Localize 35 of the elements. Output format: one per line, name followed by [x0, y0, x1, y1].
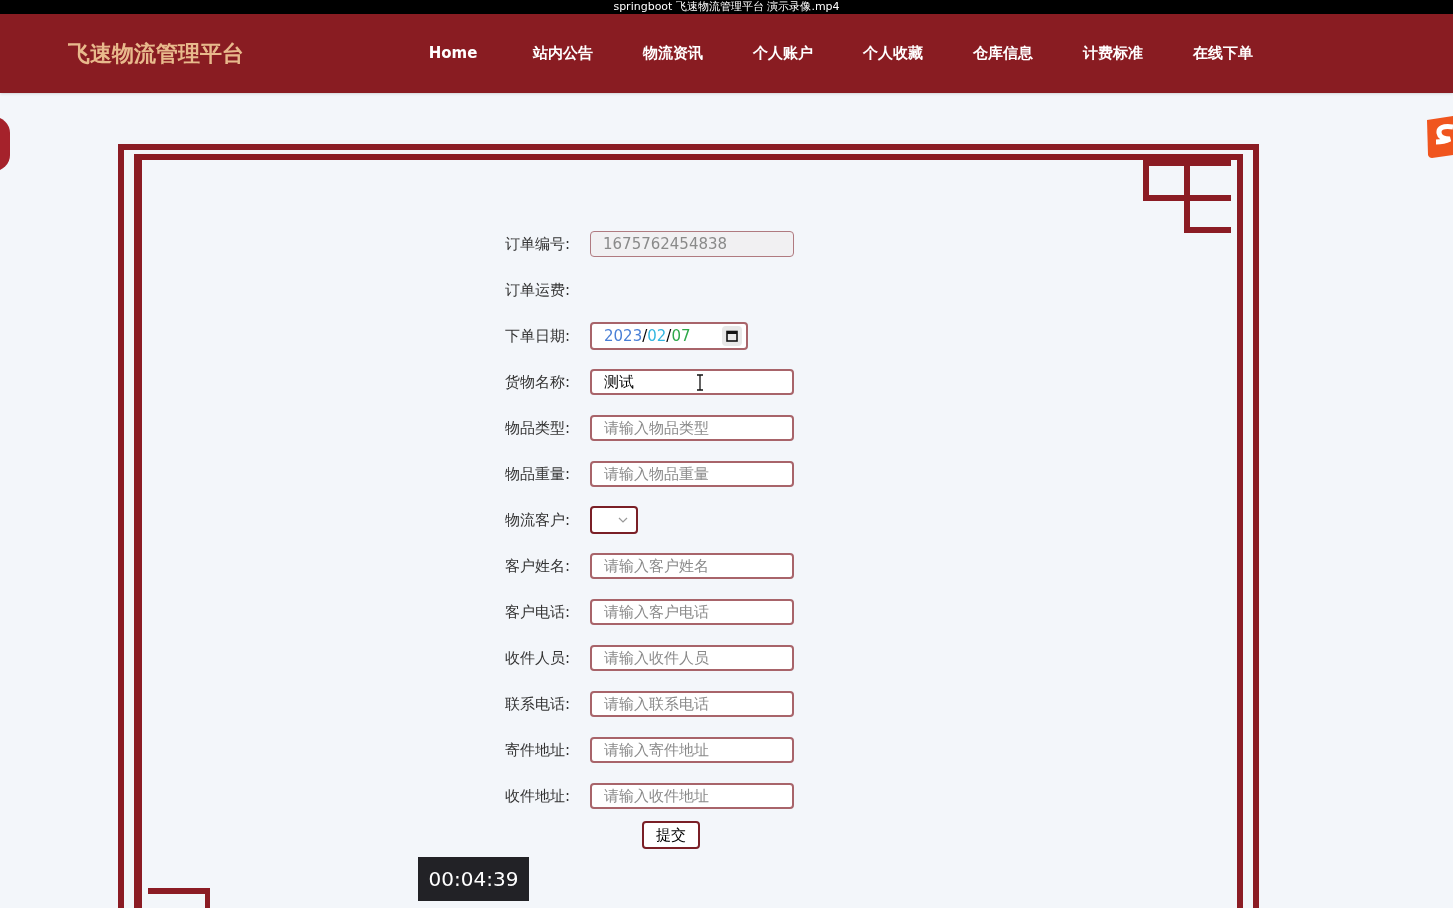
field-label: 收件地址:	[503, 785, 571, 807]
nav-link[interactable]: 站内公告	[508, 42, 618, 65]
field-label: 物品类型:	[503, 417, 571, 439]
field-label: 客户电话:	[503, 601, 571, 623]
video-timestamp: 00:04:39	[418, 857, 529, 901]
brand-title[interactable]: 飞速物流管理平台	[68, 37, 368, 70]
nav-link[interactable]: 个人收藏	[838, 42, 948, 65]
field-label: 客户姓名:	[503, 555, 571, 577]
input-field[interactable]: 请输入物品类型	[590, 415, 794, 441]
input-field[interactable]: 请输入收件人员	[590, 645, 794, 671]
field-label: 下单日期:	[503, 325, 571, 347]
input-field[interactable]: 请输入客户姓名	[590, 553, 794, 579]
field-label: 寄件地址:	[503, 739, 571, 761]
nav-link[interactable]: 仓库信息	[948, 42, 1058, 65]
nav-link[interactable]: 个人账户	[728, 42, 838, 65]
input-field[interactable]: 请输入物品重量	[590, 461, 794, 487]
field-label: 订单运费:	[503, 279, 571, 301]
input-field[interactable]: 请输入客户电话	[590, 599, 794, 625]
video-title: springboot 飞速物流管理平台 演示录像.mp4	[613, 0, 840, 13]
nav-link[interactable]: Home	[398, 42, 508, 65]
field-label: 收件人员:	[503, 647, 571, 669]
input-field[interactable]: 请输入联系电话	[590, 691, 794, 717]
submit-button[interactable]: 提交	[642, 821, 700, 849]
input-field[interactable]: 请输入寄件地址	[590, 737, 794, 763]
field-label: 物流客户:	[503, 509, 571, 531]
nav-link[interactable]: 在线下单	[1168, 42, 1278, 65]
field-label: 订单编号:	[503, 233, 571, 255]
nav-link[interactable]: 计费标准	[1058, 42, 1168, 65]
field-label: 货物名称:	[503, 371, 571, 393]
field-label: 物品重量:	[503, 463, 571, 485]
input-field[interactable]: 测试	[590, 369, 794, 395]
input-field[interactable]: 请输入收件地址	[590, 783, 794, 809]
field-label: 联系电话:	[503, 693, 571, 715]
date-field[interactable]: 2023/02/07	[590, 322, 748, 350]
nav-link[interactable]: 物流资讯	[618, 42, 728, 65]
